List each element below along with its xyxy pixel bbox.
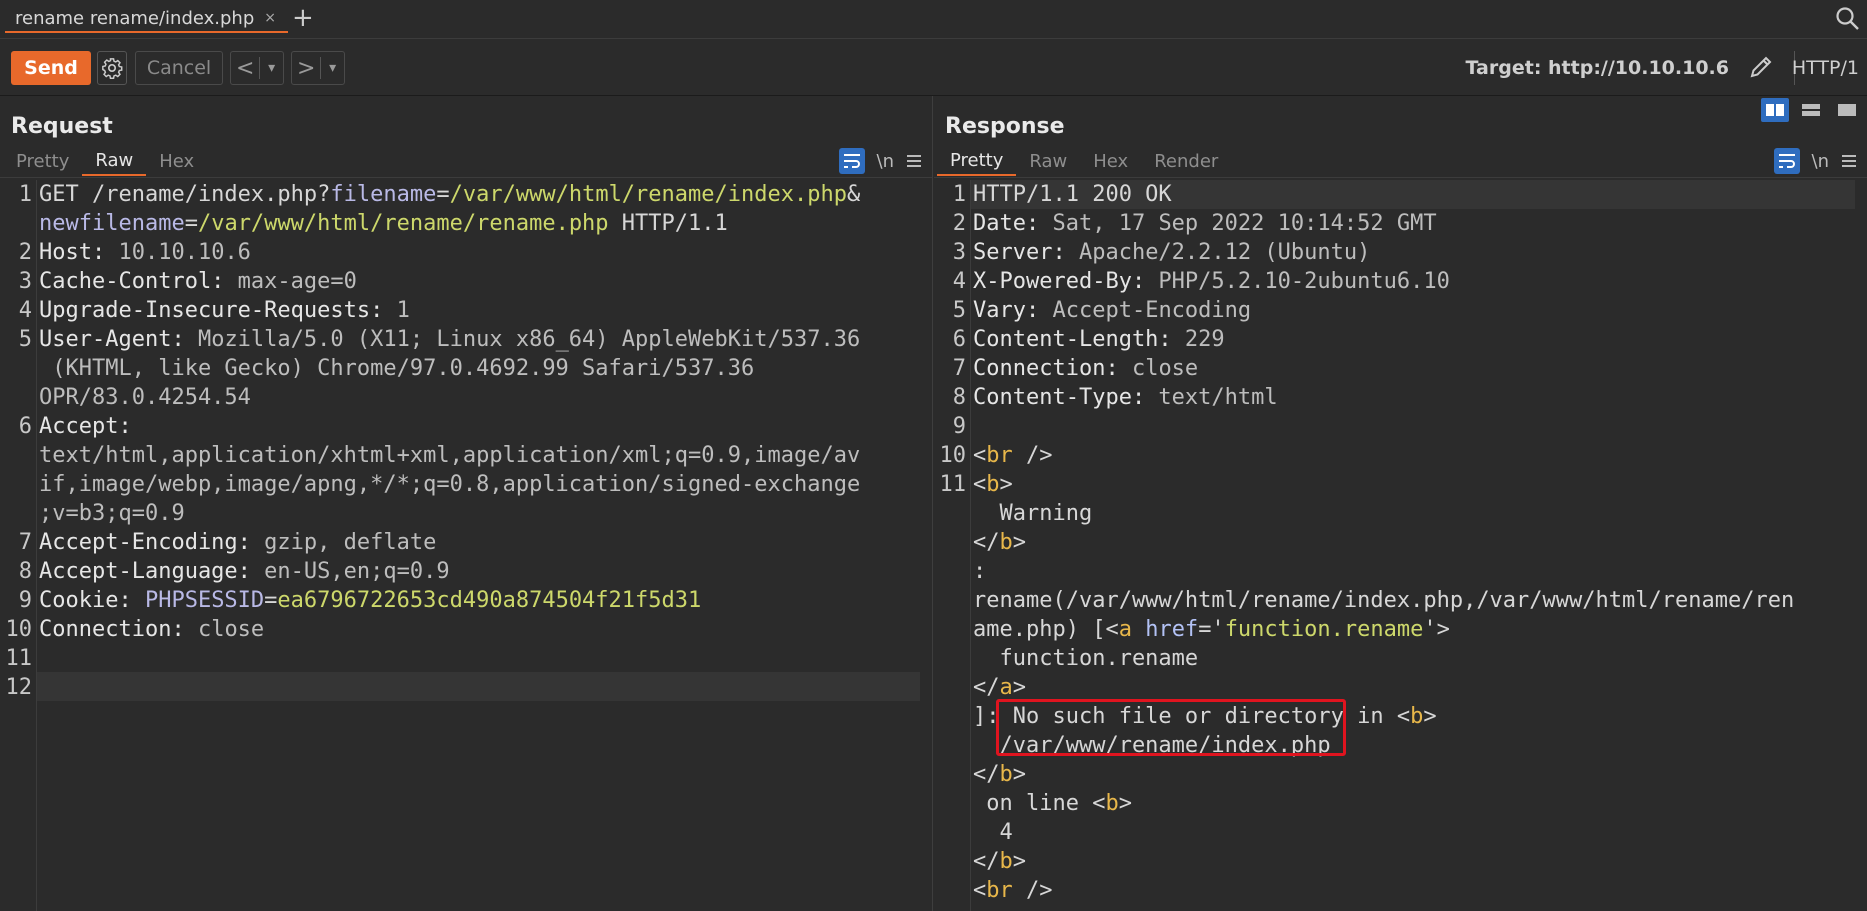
single-view-icon[interactable] — [1833, 98, 1861, 122]
http-version[interactable]: HTTP/1 — [1792, 57, 1859, 79]
layout-toggle — [1761, 98, 1861, 122]
cancel-button[interactable]: Cancel — [135, 51, 223, 85]
request-view-tabs: Pretty Raw Hex — [3, 146, 207, 176]
search-icon[interactable] — [1835, 6, 1861, 32]
response-editor-tools: \n — [1773, 148, 1857, 174]
request-title: Request — [11, 114, 113, 139]
new-tab-button[interactable]: + — [292, 4, 314, 32]
back-arrow-icon[interactable]: < — [231, 56, 259, 81]
tab-hex[interactable]: Hex — [1080, 146, 1141, 176]
split-horizontal-icon[interactable] — [1761, 98, 1789, 122]
target-label: Target: http://10.10.10.6 — [1465, 57, 1729, 79]
tab-render[interactable]: Render — [1141, 146, 1231, 176]
forward-arrow-icon[interactable]: > — [292, 56, 320, 81]
send-button[interactable]: Send — [11, 51, 91, 85]
response-title: Response — [945, 114, 1065, 139]
request-code: GET /rename/index.php?filename=/var/www/… — [39, 182, 861, 642]
settings-button[interactable] — [97, 51, 127, 85]
newline-toggle[interactable]: \n — [1812, 151, 1829, 172]
request-editor-tools: \n — [838, 148, 922, 174]
response-panel: Response Pretty Raw Hex Render \n 1 2 3 … — [934, 96, 1867, 911]
toolbar: Send Cancel < ▾ > ▾ Target: http://10.10.1… — [0, 39, 1867, 96]
tab-hex[interactable]: Hex — [146, 146, 207, 176]
tab-raw[interactable]: Raw — [1016, 146, 1080, 176]
wrap-lines-icon[interactable] — [838, 148, 865, 174]
wrap-lines-icon[interactable] — [1773, 148, 1800, 174]
back-nav[interactable]: < ▾ — [230, 51, 284, 85]
error-highlight-box — [996, 699, 1346, 756]
forward-dropdown-icon[interactable]: ▾ — [321, 60, 344, 76]
tab-rename[interactable]: rename rename/index.php × — [5, 5, 288, 33]
line-gutter: 1 2 3 4 5 6 7 8 9 10 11 — [934, 180, 971, 911]
tab-bar: rename rename/index.php × + — [0, 0, 1867, 39]
line-gutter: 1 2 3 4 5 6 7 8 9 10 11 12 — [0, 180, 37, 911]
forward-nav[interactable]: > ▾ — [291, 51, 345, 85]
tab-pretty[interactable]: Pretty — [937, 146, 1017, 176]
response-code: HTTP/1.1 200 OK Date: Sat, 17 Sep 2022 1… — [973, 182, 1795, 903]
edit-target-icon[interactable] — [1747, 53, 1775, 81]
tab-pretty[interactable]: Pretty — [3, 146, 82, 176]
request-editor[interactable]: 1 2 3 4 5 6 7 8 9 10 11 12 GET /rename/i… — [0, 180, 932, 911]
response-editor[interactable]: 1 2 3 4 5 6 7 8 9 10 11 HTTP/1.1 200 OK … — [934, 180, 1867, 911]
tab-raw[interactable]: Raw — [82, 146, 147, 176]
menu-icon[interactable] — [1841, 153, 1857, 169]
menu-icon[interactable] — [906, 153, 922, 169]
request-panel: Request Pretty Raw Hex \n 1 2 3 4 5 6 7 … — [0, 96, 933, 911]
tab-label: rename rename/index.php — [15, 7, 255, 29]
newline-toggle[interactable]: \n — [877, 151, 894, 172]
split-vertical-icon[interactable] — [1797, 98, 1825, 122]
back-dropdown-icon[interactable]: ▾ — [260, 60, 283, 76]
gear-icon — [102, 58, 123, 79]
response-view-tabs: Pretty Raw Hex Render — [937, 146, 1231, 176]
close-icon[interactable]: × — [264, 10, 276, 26]
